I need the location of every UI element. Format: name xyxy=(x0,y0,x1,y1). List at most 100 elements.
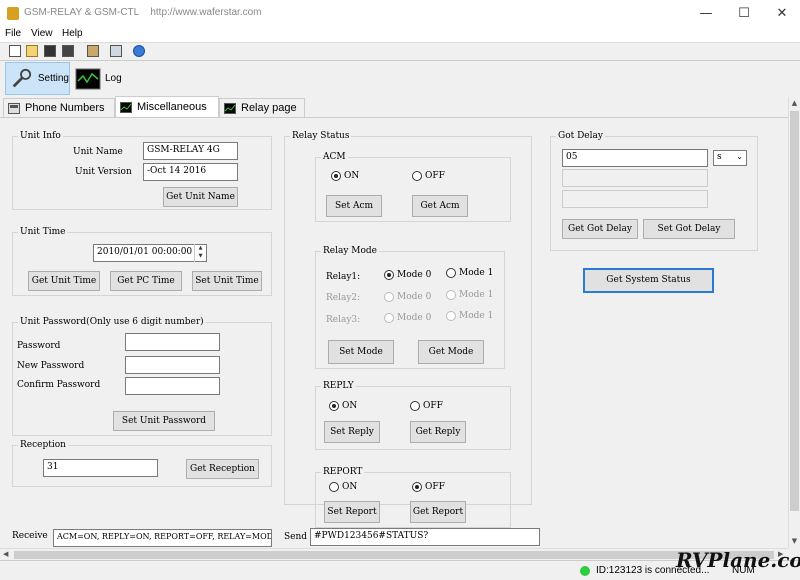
relay3-mode1-radio[interactable]: Mode 1 xyxy=(446,311,493,321)
app-url: http://www.waferstar.com xyxy=(150,7,262,18)
confirm-password-field[interactable] xyxy=(125,377,220,395)
connection-indicator-icon xyxy=(580,566,590,576)
relay1-mode1-radio[interactable]: Mode 1 xyxy=(446,268,493,278)
password-field[interactable] xyxy=(125,333,220,351)
scroll-thumb[interactable] xyxy=(14,551,774,559)
delay-extra-field-2 xyxy=(562,190,708,208)
tab-miscellaneous[interactable]: Miscellaneous xyxy=(115,96,219,117)
get-report-button[interactable]: Get Report xyxy=(410,501,466,523)
new-password-field[interactable] xyxy=(125,356,220,374)
scroll-up-icon[interactable]: ▲ xyxy=(789,97,800,109)
get-mode-button[interactable]: Get Mode xyxy=(418,340,484,364)
unit-time-group: Unit Time 2010/01/01 00:00:00 ▲ ▼ Get Uni… xyxy=(12,227,272,296)
delay-unit-select[interactable]: s ⌄ xyxy=(713,150,747,166)
delay-unit-value: s xyxy=(717,152,722,162)
set-report-button[interactable]: Set Report xyxy=(324,501,380,523)
set-mode-button[interactable]: Set Mode xyxy=(328,340,394,364)
chevron-down-icon: ⌄ xyxy=(736,152,743,161)
unit-name-field[interactable]: GSM-RELAY 4G xyxy=(143,142,238,160)
acm-off-label: OFF xyxy=(425,171,445,181)
menu-view[interactable]: View xyxy=(31,28,53,39)
unit-version-field[interactable]: -Oct 14 2016 xyxy=(143,163,238,181)
device-icon[interactable] xyxy=(87,45,99,57)
get-unit-name-button[interactable]: Get Unit Name xyxy=(163,187,238,207)
tab-bar: Phone Numbers Miscellaneous Relay page xyxy=(0,96,800,117)
set-unit-time-button[interactable]: Set Unit Time xyxy=(192,271,262,291)
tab-phone-numbers[interactable]: Phone Numbers xyxy=(3,98,115,117)
got-delay-field[interactable]: 05 xyxy=(562,149,708,167)
reply-off-radio[interactable]: OFF xyxy=(410,401,443,411)
save-icon[interactable] xyxy=(44,45,56,57)
log-button[interactable]: Log xyxy=(71,62,131,95)
scroll-down-icon[interactable]: ▼ xyxy=(789,535,800,547)
relay3-label: Relay3: xyxy=(326,315,361,325)
time-spinner-icon[interactable]: ▲ ▼ xyxy=(194,244,206,262)
radio-dot xyxy=(412,482,422,492)
relay1-mode0-radio[interactable]: Mode 0 xyxy=(384,270,431,280)
set-acm-button[interactable]: Set Acm xyxy=(326,195,382,217)
mode1-label: Mode 1 xyxy=(459,268,494,278)
receive-field[interactable]: ACM=ON, REPLY=ON, REPORT=OFF, RELAY=MODE… xyxy=(53,529,272,547)
report-on-radio[interactable]: ON xyxy=(329,482,357,492)
get-got-delay-button[interactable]: Get Got Delay xyxy=(562,219,638,239)
menu-help[interactable]: Help xyxy=(62,28,83,39)
app-icon xyxy=(7,7,19,20)
relay3-mode0-radio[interactable]: Mode 0 xyxy=(384,313,431,323)
report-group: REPORT ON OFF Set Report Get Report xyxy=(315,467,511,528)
reply-off-label: OFF xyxy=(423,401,443,411)
radio-dot xyxy=(329,401,339,411)
title-bar: GSM-RELAY & GSM-CTL http://www.waferstar… xyxy=(0,0,800,27)
get-unit-time-button[interactable]: Get Unit Time xyxy=(28,271,100,291)
get-reception-button[interactable]: Get Reception xyxy=(186,459,259,479)
unit-name-label: Unit Name xyxy=(73,147,123,157)
misc-tab-icon xyxy=(120,101,132,113)
scroll-thumb[interactable] xyxy=(790,111,799,511)
maximize-icon[interactable]: ☐ xyxy=(724,0,764,27)
get-acm-button[interactable]: Get Acm xyxy=(412,195,468,217)
open-folder-icon[interactable] xyxy=(26,45,38,57)
wrench-icon xyxy=(12,68,32,87)
tab-relay-page[interactable]: Relay page xyxy=(219,98,305,117)
send-field[interactable]: #PWD123456#STATUS? xyxy=(310,528,540,546)
get-reply-button[interactable]: Get Reply xyxy=(410,421,466,443)
unit-time-field[interactable]: 2010/01/01 00:00:00 xyxy=(93,244,207,262)
reception-field[interactable]: 31 xyxy=(43,459,158,477)
relay-tab-icon xyxy=(224,102,236,114)
globe-icon[interactable] xyxy=(133,45,145,57)
unit-password-title: Unit Password(Only use 6 digit number) xyxy=(18,317,206,327)
set-reply-button[interactable]: Set Reply xyxy=(324,421,380,443)
menu-bar: File View Help xyxy=(0,27,800,42)
radio-dot xyxy=(410,401,420,411)
tab-label: Miscellaneous xyxy=(137,101,207,113)
watermark-logo: RVPlane.com xyxy=(676,548,800,572)
relay2-mode0-radio[interactable]: Mode 0 xyxy=(384,292,431,302)
close-icon[interactable]: ✕ xyxy=(762,0,800,27)
radio-dot xyxy=(412,171,422,181)
scroll-left-icon[interactable]: ◀ xyxy=(3,550,8,558)
setting-button[interactable]: Setting xyxy=(5,62,70,95)
vertical-scrollbar[interactable]: ▲ ▼ xyxy=(788,97,800,548)
report-off-label: OFF xyxy=(425,482,445,492)
get-system-status-button[interactable]: Get System Status xyxy=(583,268,714,293)
report-off-radio[interactable]: OFF xyxy=(412,482,445,492)
tab-label: Relay page xyxy=(241,102,297,114)
set-unit-password-button[interactable]: Set Unit Password xyxy=(113,411,215,431)
acm-on-radio[interactable]: ON xyxy=(331,171,359,181)
acm-off-radio[interactable]: OFF xyxy=(412,171,445,181)
unit-info-title: Unit Info xyxy=(18,131,63,141)
new-file-icon[interactable] xyxy=(9,45,21,57)
got-delay-group: Got Delay 05 s ⌄ Get Got Delay Set Got D… xyxy=(550,131,758,251)
minimize-icon[interactable]: — xyxy=(686,0,726,27)
get-pc-time-button[interactable]: Get PC Time xyxy=(110,271,182,291)
relay2-mode1-radio[interactable]: Mode 1 xyxy=(446,290,493,300)
set-got-delay-button[interactable]: Set Got Delay xyxy=(643,219,735,239)
relay-status-group: Relay Status ACM ON OFF Set Acm Get Acm … xyxy=(284,131,532,528)
reply-on-radio[interactable]: ON xyxy=(329,401,357,411)
reply-group: REPLY ON OFF Set Reply Get Reply xyxy=(315,381,511,450)
network-icon[interactable] xyxy=(110,45,122,57)
radio-dot xyxy=(446,311,456,321)
radio-dot xyxy=(446,268,456,278)
save-all-icon[interactable] xyxy=(62,45,74,57)
menu-file[interactable]: File xyxy=(5,28,21,39)
horizontal-scrollbar[interactable]: ◀ ▶ xyxy=(0,548,788,560)
